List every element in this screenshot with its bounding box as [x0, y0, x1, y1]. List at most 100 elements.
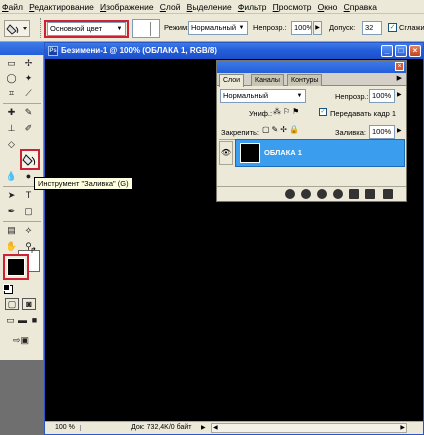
scroll-left-icon[interactable]: ◀ [213, 424, 218, 432]
close-button[interactable]: × [409, 45, 421, 57]
layer-row[interactable]: ОБЛАКА 1 [235, 139, 405, 167]
fill-input[interactable]: 100% [369, 125, 395, 139]
menu-edit[interactable]: Редактирование [29, 2, 94, 12]
stamp-tool-icon[interactable]: ⊥ [5, 122, 18, 135]
menu-view[interactable]: Просмотр [273, 2, 312, 12]
tab-paths[interactable]: Контуры [287, 74, 323, 86]
blur-tool-icon[interactable]: 💧 [5, 170, 18, 183]
fill-label: Заливка: [335, 128, 366, 137]
new-group-icon[interactable] [349, 189, 359, 199]
menu-layer[interactable]: Слой [160, 2, 181, 12]
menu-select[interactable]: Выделение [187, 2, 232, 12]
unify-icons[interactable]: ⁂⚐⚑ [273, 107, 301, 116]
layer-mask-icon[interactable] [317, 189, 327, 199]
document-titlebar: Ps Безимени-1 @ 100% (ОБЛАКА 1, RGB/8) _… [45, 43, 423, 59]
jump-to-imageready-icon[interactable]: ⇨▣ [8, 334, 34, 347]
pen-tool-icon[interactable]: ✒ [5, 205, 18, 218]
foreground-color-swatch[interactable] [7, 258, 25, 276]
path-selection-icon[interactable]: ➤ [5, 189, 18, 202]
layer-name: ОБЛАКА 1 [264, 148, 302, 157]
layer-thumbnail [240, 143, 260, 163]
propagate-label: Передавать кадр 1 [330, 109, 397, 118]
visibility-eye-icon[interactable]: 👁 [219, 141, 233, 165]
unify-label: Униф.: [249, 109, 273, 118]
trash-icon[interactable] [383, 189, 393, 199]
lock-label: Закрепить: [221, 128, 260, 137]
toolbox-titlebar [0, 42, 44, 55]
link-icon[interactable] [285, 189, 295, 199]
layer-opacity-label: Непрозр.: [335, 92, 369, 101]
adjustment-layer-icon[interactable] [333, 189, 343, 199]
default-colors-icon[interactable] [3, 284, 10, 291]
layers-bottom-bar [217, 186, 406, 201]
new-layer-icon[interactable] [365, 189, 375, 199]
propagate-checkbox[interactable]: ✓ [319, 108, 327, 116]
chevron-right-icon[interactable]: ▶ [397, 91, 402, 98]
mode-label: Режим: [164, 23, 190, 32]
maximize-icon: □ [398, 46, 404, 55]
document-info: Док: 732,4K/0 байт [131, 424, 192, 431]
tolerance-input[interactable]: 32 [362, 21, 382, 35]
brush-tool-icon[interactable]: ✎ [22, 106, 35, 119]
maximize-button[interactable]: □ [395, 45, 407, 57]
scroll-right-icon[interactable]: ▶ [400, 424, 405, 432]
tab-channels[interactable]: Каналы [251, 74, 284, 86]
menu-image[interactable]: Изображение [100, 2, 154, 12]
horizontal-scrollbar[interactable]: ◀ ▶ [211, 423, 407, 433]
lasso-tool-icon[interactable]: ◯ [5, 72, 18, 85]
magic-wand-icon[interactable]: ✦ [22, 72, 35, 85]
palette-titlebar: × [217, 61, 406, 73]
chevron-right-icon: ▶ [315, 25, 320, 31]
blend-mode-select[interactable]: Нормальный ▼ [220, 89, 306, 103]
toolbox-separator [3, 103, 41, 104]
zoom-level[interactable]: 100 % [55, 422, 75, 434]
healing-brush-icon[interactable]: ✚ [5, 106, 18, 119]
minimize-button[interactable]: _ [381, 45, 393, 57]
status-menu-arrow-icon[interactable]: ▶ [201, 422, 206, 434]
tolerance-label: Допуск: [329, 23, 356, 32]
palette-menu-icon[interactable]: ▶ [397, 74, 402, 82]
menu-filter[interactable]: Фильтр [238, 2, 267, 12]
paint-bucket-tool[interactable] [20, 149, 40, 170]
layer-style-icon[interactable] [301, 189, 311, 199]
tool-tooltip: Инструмент "Заливка" (G) [34, 177, 133, 190]
menu-bar: Файл Редактирование Изображение Слой Выд… [0, 0, 424, 14]
chevron-right-icon[interactable]: ▶ [397, 127, 402, 134]
opacity-dropdown-arrow[interactable]: ▶ [313, 21, 322, 35]
slice-tool-icon[interactable]: ⟋ [22, 87, 35, 100]
mode-select[interactable]: Нормальный ▼ [188, 21, 248, 35]
crop-tool-icon[interactable]: ⌗ [5, 87, 18, 100]
menu-file[interactable]: Файл [2, 2, 23, 12]
marquee-tool-icon[interactable]: ▭ [5, 57, 18, 70]
standard-mode-icon[interactable]: ▢ [5, 298, 19, 310]
close-icon[interactable]: × [395, 62, 404, 71]
opacity-input[interactable]: 100% [291, 21, 312, 35]
menu-help[interactable]: Справка [344, 2, 377, 12]
shape-tool-icon[interactable]: ▢ [22, 205, 35, 218]
pattern-picker[interactable] [132, 19, 160, 38]
tab-layers[interactable]: Слои [219, 74, 245, 87]
move-tool-icon[interactable]: ✢ [22, 57, 35, 70]
screen-mode-full-icon[interactable]: ■ [28, 314, 41, 327]
swap-colors-icon[interactable]: ↱ [30, 246, 37, 255]
history-brush-icon[interactable]: ✐ [22, 122, 35, 135]
lock-icons[interactable]: ▢✎✢🔒 [262, 125, 301, 134]
menu-window[interactable]: Окно [318, 2, 338, 12]
quick-mask-icon[interactable]: ◙ [22, 298, 36, 310]
tool-preset-picker[interactable] [4, 20, 30, 37]
type-tool-icon[interactable]: T [22, 189, 35, 202]
close-icon: × [412, 46, 418, 55]
layer-opacity-input[interactable]: 100% [369, 89, 395, 103]
palette-tabs: Слои Каналы Контуры ▶ [217, 73, 406, 87]
toolbox: ▭ ✢ ◯ ✦ ⌗ ⟋ ✚ ✎ ⊥ ✐ ◇ 💧 ● ➤ T ✒ ▢ ▤ ⟡ ✋ … [0, 42, 44, 360]
chevron-down-icon: ▼ [296, 93, 303, 99]
fill-source-select[interactable]: Основной цвет ▼ [47, 22, 126, 36]
eraser-tool-icon[interactable]: ◇ [5, 138, 18, 151]
eyedropper-icon[interactable]: ⟡ [22, 224, 35, 237]
smoothing-checkbox[interactable]: ✓ [388, 23, 397, 32]
notes-tool-icon[interactable]: ▤ [5, 224, 18, 237]
fill-source-highlight: Основной цвет ▼ [44, 20, 129, 38]
smoothing-label: Сглажи [399, 23, 424, 32]
toolbox-separator [3, 221, 41, 222]
hand-tool-icon[interactable]: ✋ [5, 240, 18, 253]
